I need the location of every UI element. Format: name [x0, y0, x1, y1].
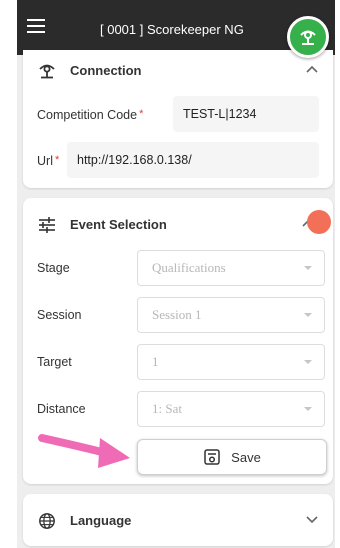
- dropdown-caret-icon: [304, 407, 312, 411]
- chevron-up-icon[interactable]: [305, 64, 319, 74]
- connection-title: Connection: [70, 63, 142, 78]
- session-select-value: Session 1: [152, 307, 202, 322]
- event-selection-header[interactable]: Event Selection: [23, 204, 333, 244]
- dropdown-caret-icon: [304, 266, 312, 270]
- url-label: Url *: [37, 154, 59, 168]
- competition-code-label: Competition Code *: [37, 108, 143, 122]
- distance-label: Distance: [37, 402, 86, 416]
- save-button[interactable]: Save: [137, 439, 327, 475]
- target-label: Target: [37, 355, 72, 369]
- dropdown-caret-icon: [304, 360, 312, 364]
- language-card[interactable]: Language: [23, 494, 333, 546]
- event-selection-title: Event Selection: [70, 217, 167, 232]
- chevron-down-icon[interactable]: [305, 514, 319, 524]
- stage-label: Stage: [37, 261, 70, 275]
- url-field[interactable]: http://192.168.0.138/: [67, 142, 319, 178]
- sliders-icon: [39, 217, 55, 233]
- stage-select[interactable]: Qualifications: [137, 250, 325, 286]
- required-mark: *: [139, 108, 144, 120]
- connection-status-button[interactable]: [287, 16, 329, 58]
- connection-icon: [300, 30, 316, 45]
- language-header[interactable]: Language: [23, 500, 333, 540]
- target-select-value: 1: [152, 354, 159, 369]
- session-label: Session: [37, 308, 82, 322]
- competition-code-field[interactable]: TEST-L|1234: [173, 96, 319, 132]
- globe-icon: [39, 513, 55, 529]
- connection-card: Connection Competition Code * TEST-L|1234…: [23, 50, 333, 188]
- competition-code-label-text: Competition Code: [37, 108, 138, 122]
- dropdown-caret-icon: [304, 313, 312, 317]
- alert-dot: [307, 210, 331, 234]
- annotation-arrow-icon: [38, 434, 130, 468]
- session-select[interactable]: Session 1: [137, 297, 325, 333]
- required-mark: *: [54, 154, 60, 166]
- distance-select[interactable]: 1: Sat: [137, 391, 325, 427]
- target-select[interactable]: 1: [137, 344, 325, 380]
- app-title: [ 0001 ] Scorekeeper NG: [100, 22, 244, 37]
- top-bar: [ 0001 ] Scorekeeper NG: [17, 0, 335, 55]
- distance-select-value: 1: Sat: [152, 401, 182, 416]
- menu-icon[interactable]: [27, 19, 45, 33]
- connection-header[interactable]: Connection: [23, 50, 333, 90]
- connection-icon: [39, 64, 55, 79]
- stage-select-value: Qualifications: [152, 260, 226, 275]
- language-title: Language: [70, 513, 132, 528]
- save-label: Save: [231, 449, 261, 465]
- url-label-text: Url: [37, 154, 53, 168]
- save-icon: [204, 449, 220, 465]
